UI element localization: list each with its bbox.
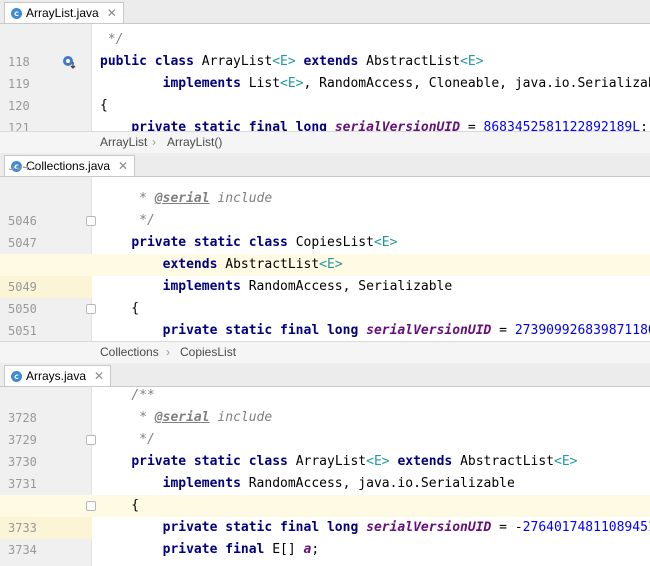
code-line[interactable]: 5048 private static class CopiesList<E> <box>0 232 650 272</box>
code-text: */ <box>100 432 155 447</box>
editor-panel-arrays: c Arrays.java ✕ 3728 /** 3729 * @serial … <box>0 363 650 566</box>
code-line[interactable]: 121 { <box>0 95 650 135</box>
c-class-icon: c <box>11 7 22 19</box>
code-line[interactable]: 118 */ <box>0 29 650 69</box>
fold-marker-icon[interactable] <box>86 435 96 445</box>
breadcrumb-separator: › <box>152 135 156 149</box>
code-line[interactable]: 5046 * @serial include <box>0 188 650 228</box>
code-line[interactable]: 3729 * @serial include <box>0 407 650 447</box>
code-text: { <box>100 498 140 513</box>
breadcrumb-item[interactable]: CopiesList <box>180 342 236 363</box>
code-text: public class ArrayList<E> extends Abstra… <box>100 54 484 69</box>
tab-bar: c Arrays.java ✕ <box>0 363 650 387</box>
breadcrumb-item[interactable]: Collections <box>100 342 159 363</box>
editor-panel-collections: c Collections.java ✕ 5045 5046 * @serial… <box>0 153 650 363</box>
tab-bar: c ArrayList.java ✕ <box>0 0 650 24</box>
line-number: 5045 <box>8 166 37 173</box>
code-line[interactable]: 5045 <box>0 166 650 177</box>
code-line-current[interactable]: 5049 extends AbstractList<E> <box>0 254 650 298</box>
tab-label: ArrayList.java <box>26 6 99 20</box>
code-text: implements RandomAccess, Serializable <box>162 279 453 294</box>
code-text: */ <box>100 32 124 47</box>
code-text: private final E[] a; <box>162 542 320 557</box>
code-line[interactable]: 3734 private static final long serialVer… <box>0 517 650 557</box>
code-text: private static final long serialVersionU… <box>162 520 650 535</box>
code-text: private static class CopiesList<E> <box>131 235 398 250</box>
code-line[interactable]: 5050 implements RandomAccess, Serializab… <box>0 276 650 316</box>
code-line[interactable]: 3735 private final E[] a; <box>0 539 650 566</box>
code-text: /** <box>100 388 155 403</box>
code-line[interactable]: 3732 implements RandomAccess, java.io.Se… <box>0 473 650 513</box>
code-text: * @serial include <box>100 410 273 425</box>
implemented-override-icon[interactable] <box>62 55 76 69</box>
code-line[interactable]: 3728 /** <box>0 385 650 425</box>
tab-arrays-java[interactable]: c Arrays.java ✕ <box>4 365 112 386</box>
code-line[interactable]: 5047 */ <box>0 210 650 250</box>
code-line[interactable]: 119 public class ArrayList<E> extends Ab… <box>0 51 650 91</box>
code-line[interactable]: 3730 */ <box>0 429 650 469</box>
code-line-current[interactable]: 3733 { <box>0 495 650 539</box>
code-text: private static final long serialVersionU… <box>162 323 650 338</box>
code-text: */ <box>100 213 155 228</box>
breadcrumb: ArrayList › ArrayList() <box>0 131 650 153</box>
code-text: * @serial include <box>100 191 273 206</box>
code-line[interactable]: 3731 private static class ArrayList<E> e… <box>0 451 650 491</box>
code-text: private static class ArrayList<E> extend… <box>131 454 578 469</box>
tab-arraylist-java[interactable]: c ArrayList.java ✕ <box>4 2 124 23</box>
code-text: implements List<E>, RandomAccess, Clonea… <box>162 76 650 91</box>
code-text: extends AbstractList<E> <box>162 257 343 272</box>
code-line[interactable]: 5052 private static final long serialVer… <box>0 320 650 360</box>
code-text: { <box>100 301 140 316</box>
code-line[interactable]: 120 implements List<E>, RandomAccess, Cl… <box>0 73 650 113</box>
fold-marker-icon[interactable] <box>86 501 96 511</box>
tab-label: Arrays.java <box>26 369 87 383</box>
fold-marker-icon[interactable] <box>86 304 96 314</box>
code-line[interactable]: 5051 { <box>0 298 650 338</box>
code-text: implements RandomAccess, java.io.Seriali… <box>162 476 515 491</box>
fold-marker-icon[interactable] <box>86 216 96 226</box>
code-text: { <box>100 98 108 113</box>
c-class-icon: c <box>11 370 22 382</box>
breadcrumb: Collections › CopiesList <box>0 341 650 363</box>
close-icon[interactable]: ✕ <box>94 369 104 383</box>
breadcrumb-separator: › <box>166 345 170 359</box>
close-icon[interactable]: ✕ <box>107 6 117 20</box>
editor-panel-arraylist: c ArrayList.java ✕ 118 */ 119 public cla… <box>0 0 650 153</box>
breadcrumb-item[interactable]: ArrayList() <box>167 132 222 153</box>
breadcrumb-item[interactable]: ArrayList <box>100 132 147 153</box>
line-number: 3735 <box>0 561 92 566</box>
